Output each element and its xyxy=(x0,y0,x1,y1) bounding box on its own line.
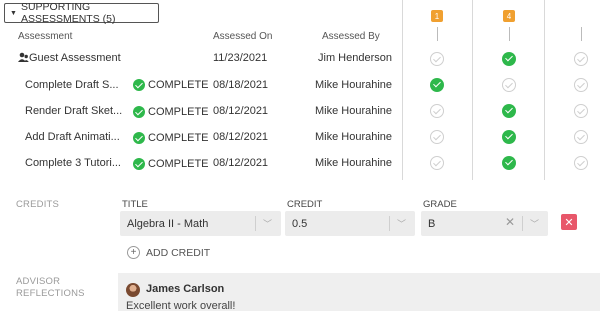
reflection-author: James Carlson xyxy=(146,283,225,295)
standard-check-icon[interactable] xyxy=(502,156,516,170)
complete-check-icon xyxy=(133,158,145,170)
grade-select[interactable]: B ✕ ﹀ xyxy=(421,211,548,236)
assessed-on-date: 08/18/2021 xyxy=(213,79,269,91)
standard-count-badge[interactable]: 1 xyxy=(431,10,443,22)
column-connector xyxy=(437,27,438,41)
column-connector xyxy=(509,27,510,41)
standard-column-divider xyxy=(402,0,403,180)
chevron-down-icon[interactable]: ﹀ xyxy=(263,217,272,230)
complete-check-icon xyxy=(133,106,145,118)
clear-icon[interactable]: ✕ xyxy=(505,215,515,229)
assessed-by-name: Mike Hourahine xyxy=(315,157,393,169)
standard-check-icon[interactable] xyxy=(574,156,588,170)
assessed-by-name: Mike Hourahine xyxy=(315,79,393,91)
assessed-on-date: 08/12/2021 xyxy=(213,131,269,143)
grade-select-value: B xyxy=(428,217,436,230)
select-separator xyxy=(389,216,390,231)
complete-check-icon xyxy=(133,79,145,91)
assessment-name[interactable]: Complete Draft S... xyxy=(25,79,119,91)
guest-user-icon xyxy=(18,52,29,66)
assessed-on-date: 08/12/2021 xyxy=(213,105,269,117)
standard-column-divider xyxy=(472,0,473,180)
standard-check-icon[interactable] xyxy=(502,130,516,144)
credit-field-label: CREDIT xyxy=(287,199,323,210)
assessed-on-date: 08/12/2021 xyxy=(213,157,269,169)
chevron-down-icon[interactable]: ﹀ xyxy=(397,217,406,230)
delete-credit-button[interactable]: ✕ xyxy=(561,214,577,230)
column-header-assessed-on: Assessed On xyxy=(213,31,273,42)
supporting-assessments-toggle[interactable]: ▼ SUPPORTING ASSESSMENTS (5) xyxy=(4,1,159,25)
standard-check-icon[interactable] xyxy=(574,104,588,118)
standard-check-icon[interactable] xyxy=(502,78,516,92)
close-icon: ✕ xyxy=(564,216,574,229)
grade-field-label: GRADE xyxy=(423,199,457,210)
supporting-assessments-label: SUPPORTING ASSESSMENTS (5) xyxy=(20,1,116,25)
chevron-down-icon[interactable]: ﹀ xyxy=(530,217,539,230)
standard-check-icon[interactable] xyxy=(574,78,588,92)
assessed-by-name: Mike Hourahine xyxy=(315,105,393,117)
column-header-assessed-by: Assessed By xyxy=(322,31,380,42)
select-separator xyxy=(255,216,256,231)
assessed-on-date: 11/23/2021 xyxy=(213,52,268,64)
status-badge: COMPLETE xyxy=(133,132,209,144)
standard-check-icon[interactable] xyxy=(430,156,444,170)
standard-check-icon[interactable] xyxy=(502,52,516,66)
column-header-assessment: Assessment xyxy=(18,31,73,42)
caret-down-icon: ▼ xyxy=(10,9,17,17)
title-select[interactable]: Algebra II - Math ﹀ xyxy=(120,211,281,236)
reflection-text: Excellent work overall! xyxy=(126,300,236,311)
standard-check-icon[interactable] xyxy=(430,130,444,144)
credits-section-label: CREDITS xyxy=(16,199,60,210)
plus-icon: + xyxy=(127,246,140,259)
assessed-by-name: Mike Hourahine xyxy=(315,131,393,143)
add-credit-label: ADD CREDIT xyxy=(146,246,211,259)
assessment-name[interactable]: Guest Assessment xyxy=(29,52,121,64)
standard-count-badge[interactable]: 4 xyxy=(503,10,515,22)
complete-check-icon xyxy=(133,132,145,144)
status-badge: COMPLETE xyxy=(133,79,209,91)
standard-check-icon[interactable] xyxy=(430,78,444,92)
credit-select-value: 0.5 xyxy=(292,217,308,230)
column-connector xyxy=(581,27,582,41)
avatar xyxy=(126,283,140,297)
select-separator xyxy=(522,216,523,231)
title-field-label: TITLE xyxy=(122,199,148,210)
standard-column-divider xyxy=(544,0,545,180)
assessment-name[interactable]: Complete 3 Tutori... xyxy=(25,157,121,169)
assessment-name[interactable]: Render Draft Sket... xyxy=(25,105,122,117)
standard-check-icon[interactable] xyxy=(574,130,588,144)
standard-check-icon[interactable] xyxy=(430,104,444,118)
advisor-reflections-label: ADVISOR REFLECTIONS xyxy=(16,276,85,299)
assessment-name[interactable]: Add Draft Animati... xyxy=(25,131,120,143)
add-credit-button[interactable]: + ADD CREDIT xyxy=(127,246,210,259)
standard-check-icon[interactable] xyxy=(574,52,588,66)
assessed-by-name: Jim Henderson xyxy=(318,52,392,64)
credit-select[interactable]: 0.5 ﹀ xyxy=(285,211,415,236)
status-badge: COMPLETE xyxy=(133,158,209,170)
status-badge: COMPLETE xyxy=(133,106,209,118)
standard-check-icon[interactable] xyxy=(502,104,516,118)
title-select-value: Algebra II - Math xyxy=(127,217,209,230)
standard-check-icon[interactable] xyxy=(430,52,444,66)
